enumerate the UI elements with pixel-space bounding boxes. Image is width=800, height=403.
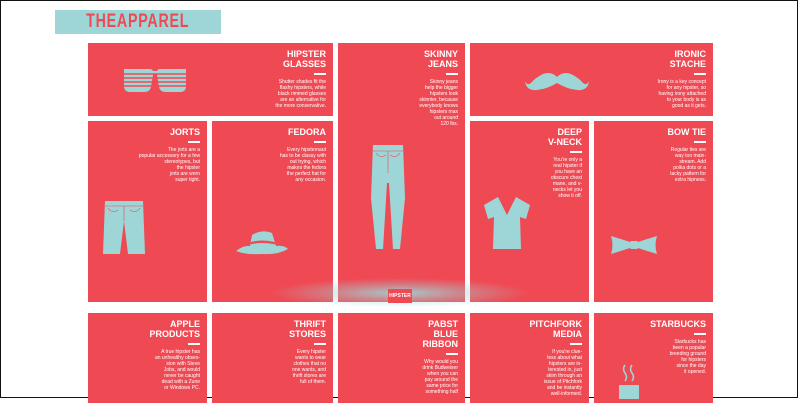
title-rule xyxy=(188,141,200,143)
card-title: SKINNY JEANS xyxy=(423,49,458,69)
card-fedora: FEDORA Every hipsternaut has to be classy… xyxy=(212,121,333,302)
card-thrift-stores: THRIFT STORES Every hipster wants to wear… xyxy=(212,313,333,403)
bow-tie-icon xyxy=(611,236,657,254)
title-rule xyxy=(694,333,706,335)
title-rule xyxy=(446,353,458,355)
card-description: Every hipsternaut has to be classy with ou… xyxy=(279,147,326,183)
title-rule xyxy=(314,73,326,75)
shutter-shades-icon xyxy=(124,69,186,92)
title-rule xyxy=(694,141,706,143)
card-description: If you're clue-less about what hipsters a… xyxy=(543,349,582,397)
title-rule xyxy=(570,151,582,153)
card-description: You're only a real hipster if you have an o… xyxy=(550,157,582,199)
card-jorts: JORTS The jorts are a popular accessory f… xyxy=(88,121,207,302)
card-title: PABST BLUE RIBBON xyxy=(422,319,459,349)
title-rule xyxy=(314,343,326,345)
card-title: IRONIC STACHE xyxy=(669,49,706,69)
title-rule xyxy=(314,141,326,143)
jorts-icon xyxy=(103,201,145,254)
card-description: Starbucks has been a popular breeding grou… xyxy=(669,339,706,375)
card-title: FEDORA xyxy=(288,127,326,137)
card-title: STARBUCKS xyxy=(650,319,706,329)
card-deep-vneck: DEEP V-NECK You're only a real hipster if… xyxy=(470,121,589,302)
separator-badge: HIPSTER xyxy=(388,289,412,303)
title-rule xyxy=(694,73,706,75)
card-apple-products: APPLE PRODUCTS A true hipster has an unhe… xyxy=(88,313,207,403)
card-title: PITCHFORK MEDIA xyxy=(529,319,583,339)
card-description: A true hipster has an unhealthy obses-sio… xyxy=(154,349,200,391)
card-title: BOW TIE xyxy=(667,127,707,137)
v-neck-shirt-icon xyxy=(484,197,530,249)
header-logo: THEAPPAREL xyxy=(55,10,221,34)
card-title: APPLE PRODUCTS xyxy=(149,319,200,339)
card-description: Regular ties are way too main-stream. Add… xyxy=(670,147,706,183)
coffee-cup-icon xyxy=(619,364,639,399)
title-rule xyxy=(446,73,458,75)
card-description: Every hipster wants to wear clothes that n… xyxy=(292,349,326,385)
header-title: THEAPPAREL xyxy=(86,11,190,32)
title-rule xyxy=(570,343,582,345)
card-ironic-stache: IRONIC STACHE Irony is a key concept for … xyxy=(470,43,713,116)
card-description: Skinny jeans help the bigger hipsters look… xyxy=(419,79,458,127)
jeans-icon xyxy=(371,145,405,249)
card-hipster-glasses: HIPSTER GLASSES Shutter shades fit the fl… xyxy=(88,43,333,116)
card-starbucks: STARBUCKS Starbucks has been a popular bre… xyxy=(594,313,713,403)
card-pitchfork-media: PITCHFORK MEDIA If you're clue-less abou… xyxy=(470,313,589,403)
card-bow-tie: BOW TIE Regular ties are way too main-str… xyxy=(594,121,713,302)
card-description: The jorts are a popular accessory for a f… xyxy=(138,147,200,183)
card-description: Irony is a key concept for any hipster, s… xyxy=(657,79,706,109)
title-rule xyxy=(188,343,200,345)
card-title: THRIFT STORES xyxy=(289,319,326,339)
card-skinny-jeans: SKINNY JEANS Skinny jeans help the bigger… xyxy=(338,43,465,302)
card-title: DEEP V-NECK xyxy=(547,127,582,147)
card-title: JORTS xyxy=(169,127,200,137)
card-description: Shutter shades fit the flashy hipsters, w… xyxy=(275,79,326,109)
fedora-icon xyxy=(236,231,288,255)
card-pabst-blue-ribbon: PABST BLUE RIBBON Why would you drink Bud… xyxy=(338,313,465,403)
mustache-icon xyxy=(525,73,589,91)
card-title: HIPSTER GLASSES xyxy=(282,49,326,69)
card-description: Why would you drink Budweiser when you can… xyxy=(422,359,458,395)
